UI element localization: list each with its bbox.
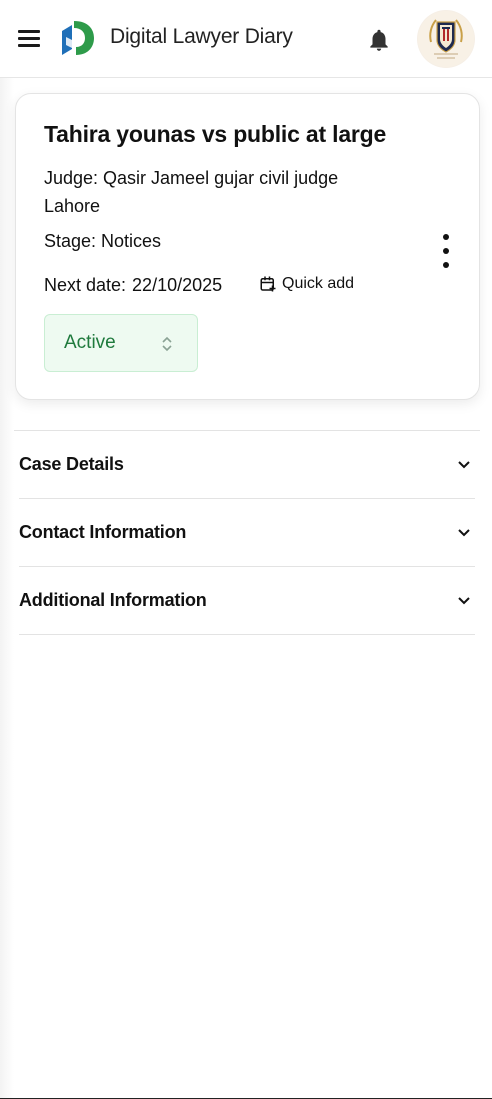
- case-title: Tahira younas vs public at large: [44, 121, 387, 147]
- hamburger-menu-icon[interactable]: [14, 25, 44, 51]
- app-logo-icon: [62, 21, 94, 55]
- status-value: Active: [64, 332, 116, 353]
- case-stage: Stage: Notices: [44, 231, 162, 251]
- section-label: Additional Information: [19, 590, 207, 610]
- left-edge-shade: [0, 78, 14, 1099]
- chevron-down-icon: [458, 461, 470, 469]
- case-card[interactable]: Tahira younas vs public at large Judge: …: [15, 93, 480, 400]
- chevron-down-icon: [458, 597, 470, 605]
- section-case-details[interactable]: Case Details: [19, 431, 475, 499]
- app-title: Digital Lawyer Diary: [110, 25, 293, 48]
- bell-icon[interactable]: [366, 27, 392, 53]
- quick-add-button[interactable]: Quick add: [259, 275, 354, 293]
- chevron-down-icon: [458, 529, 470, 537]
- section-contact-information[interactable]: Contact Information: [19, 499, 475, 567]
- case-judge: Judge: Qasir Jameel gujar civil judge La…: [44, 168, 339, 216]
- next-date-label: Next date:: [44, 275, 127, 295]
- profile-avatar[interactable]: [417, 10, 475, 68]
- law-company-seal-icon: [418, 11, 474, 67]
- calendar-add-icon: [260, 276, 276, 292]
- chevron-updown-icon: [162, 336, 172, 352]
- app-header: Digital Lawyer Diary: [0, 0, 492, 78]
- next-date: Next date: 22/10/2025: [44, 275, 222, 296]
- section-additional-information[interactable]: Additional Information: [19, 567, 475, 635]
- section-label: Contact Information: [19, 522, 187, 542]
- section-label: Case Details: [19, 454, 124, 474]
- next-date-value: 22/10/2025: [132, 275, 223, 295]
- quick-add-label: Quick add: [282, 275, 355, 292]
- more-options-icon[interactable]: [438, 234, 454, 268]
- status-select[interactable]: Active: [44, 314, 198, 372]
